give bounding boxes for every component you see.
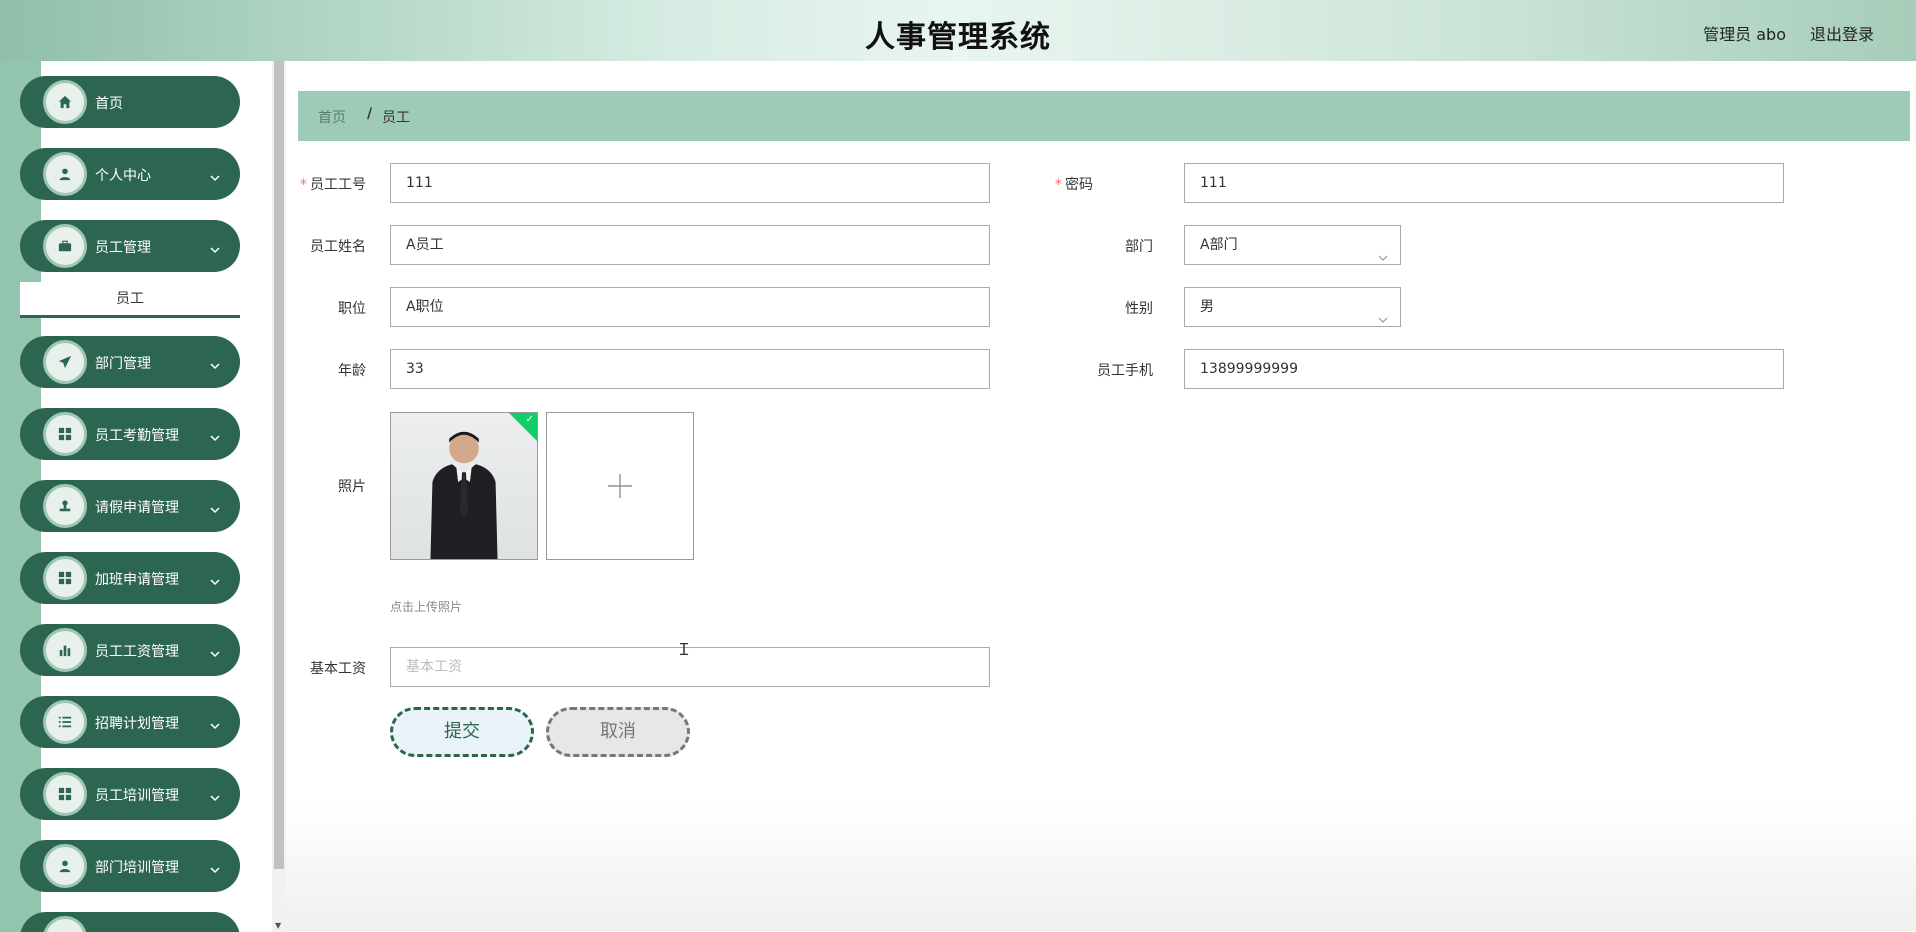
chevron-down-icon [210,572,220,586]
grid-icon [43,412,87,456]
sidebar-item-salary-management[interactable]: 员工工资管理 [20,624,240,676]
sidebar-item-label: 员工工资管理 [95,644,179,660]
chevron-down-icon [210,716,220,730]
chevron-down-icon [210,860,220,874]
sidebar-item-label: 员工管理 [95,240,151,256]
breadcrumb-separator: / [367,106,373,122]
sidebar-item-label: 部门培训管理 [95,860,179,876]
position-label: 职位 [338,301,366,317]
sidebar-subitem-employee[interactable]: 员工 [20,282,240,318]
phone-label: 员工手机 [1097,363,1153,379]
uploaded-photo[interactable]: ✓ [390,412,538,560]
chevron-down-icon [210,500,220,514]
scroll-down-arrow-icon[interactable]: ▼ [275,921,281,930]
employee-name-input[interactable]: A员工 [390,225,990,265]
photo-label: 照片 [338,479,366,495]
chevron-down-icon [1378,302,1388,323]
logout-link[interactable]: 退出登录 [1810,21,1874,45]
sidebar: 首页 个人中心 员工管理 员工 部门管理 员工考勤管理 请假申请管理 加班申请管… [0,61,272,932]
sidebar-item-label: 员工培训管理 [95,788,179,804]
plus-icon [608,474,632,498]
sidebar-item-more[interactable] [20,912,240,932]
sidebar-item-leave-management[interactable]: 请假申请管理 [20,480,240,532]
sidebar-item-employee-management[interactable]: 员工管理 [20,220,240,272]
chevron-down-icon [210,644,220,658]
gender-label: 性别 [1125,301,1153,317]
sidebar-item-label: 首页 [95,96,123,112]
sidebar-item-recruitment-management[interactable]: 招聘计划管理 [20,696,240,748]
menu-icon [43,916,87,932]
sidebar-item-label: 员工考勤管理 [95,428,179,444]
department-label: 部门 [1125,239,1153,255]
department-select[interactable]: A部门 [1184,225,1401,265]
user-icon [43,844,87,888]
sidebar-item-label: 招聘计划管理 [95,716,179,732]
scrollbar-thumb[interactable] [274,61,284,869]
briefcase-icon [43,224,87,268]
main-content: 首页 / 员工 * 员工工号 111 * 密码 111 员工姓名 A员工 部门 A部… [286,61,1916,932]
grid-icon [43,772,87,816]
current-user-label: 管理员 abo [1703,25,1786,44]
check-icon: ✓ [525,414,534,425]
position-input[interactable]: A职位 [390,287,990,327]
breadcrumb: 首页 / 员工 [298,91,1910,141]
breadcrumb-current: 员工 [382,110,410,126]
age-label: 年龄 [338,363,366,379]
password-input[interactable]: 111 [1184,163,1784,203]
phone-input[interactable]: 13899999999 [1184,349,1784,389]
cancel-button[interactable]: 取消 [546,707,690,757]
sidebar-item-label: 个人中心 [95,168,151,184]
chevron-down-icon [210,788,220,802]
gender-select-value: 男 [1200,299,1214,315]
bar-chart-icon [43,628,87,672]
gender-select[interactable]: 男 [1184,287,1401,327]
chevron-down-icon [210,356,220,370]
chevron-down-icon [210,240,220,254]
chevron-down-icon [1378,240,1388,261]
sidebar-item-employee-training[interactable]: 员工培训管理 [20,768,240,820]
sidebar-item-label: 请假申请管理 [95,500,179,516]
background-decoration [286,801,1916,931]
employee-no-input[interactable]: 111 [390,163,990,203]
breadcrumb-home-link[interactable]: 首页 [318,107,346,127]
send-icon [43,340,87,384]
password-label: * 密码 [1055,177,1093,193]
department-select-value: A部门 [1200,237,1238,253]
chevron-down-icon [210,428,220,442]
text-cursor-icon: Ｉ [676,640,693,659]
sidebar-item-department-management[interactable]: 部门管理 [20,336,240,388]
list-icon [43,700,87,744]
base-salary-label: 基本工资 [310,661,366,677]
sidebar-item-department-training[interactable]: 部门培训管理 [20,840,240,892]
sidebar-item-overtime-management[interactable]: 加班申请管理 [20,552,240,604]
required-mark: * [1055,177,1062,193]
upload-tip-text: 点击上传照片 [390,600,463,614]
upload-photo-button[interactable] [546,412,694,560]
sidebar-scrollbar[interactable]: ▼ [272,61,286,932]
sidebar-item-home[interactable]: 首页 [20,76,240,128]
app-title: 人事管理系统 [865,20,1051,55]
top-header: 人事管理系统 管理员 abo 退出登录 [0,0,1916,61]
sidebar-item-personal-center[interactable]: 个人中心 [20,148,240,200]
submit-button[interactable]: 提交 [390,707,534,757]
age-input[interactable]: 33 [390,349,990,389]
sidebar-item-label: 部门管理 [95,356,151,372]
sidebar-item-label: 加班申请管理 [95,572,179,588]
required-mark: * [300,177,307,193]
stamp-icon [43,484,87,528]
chevron-down-icon [210,168,220,182]
employee-no-label: * 员工工号 [300,177,366,193]
grid-icon [43,556,87,600]
home-icon [43,80,87,124]
sidebar-item-attendance-management[interactable]: 员工考勤管理 [20,408,240,460]
user-icon [43,152,87,196]
employee-name-label: 员工姓名 [310,239,366,255]
